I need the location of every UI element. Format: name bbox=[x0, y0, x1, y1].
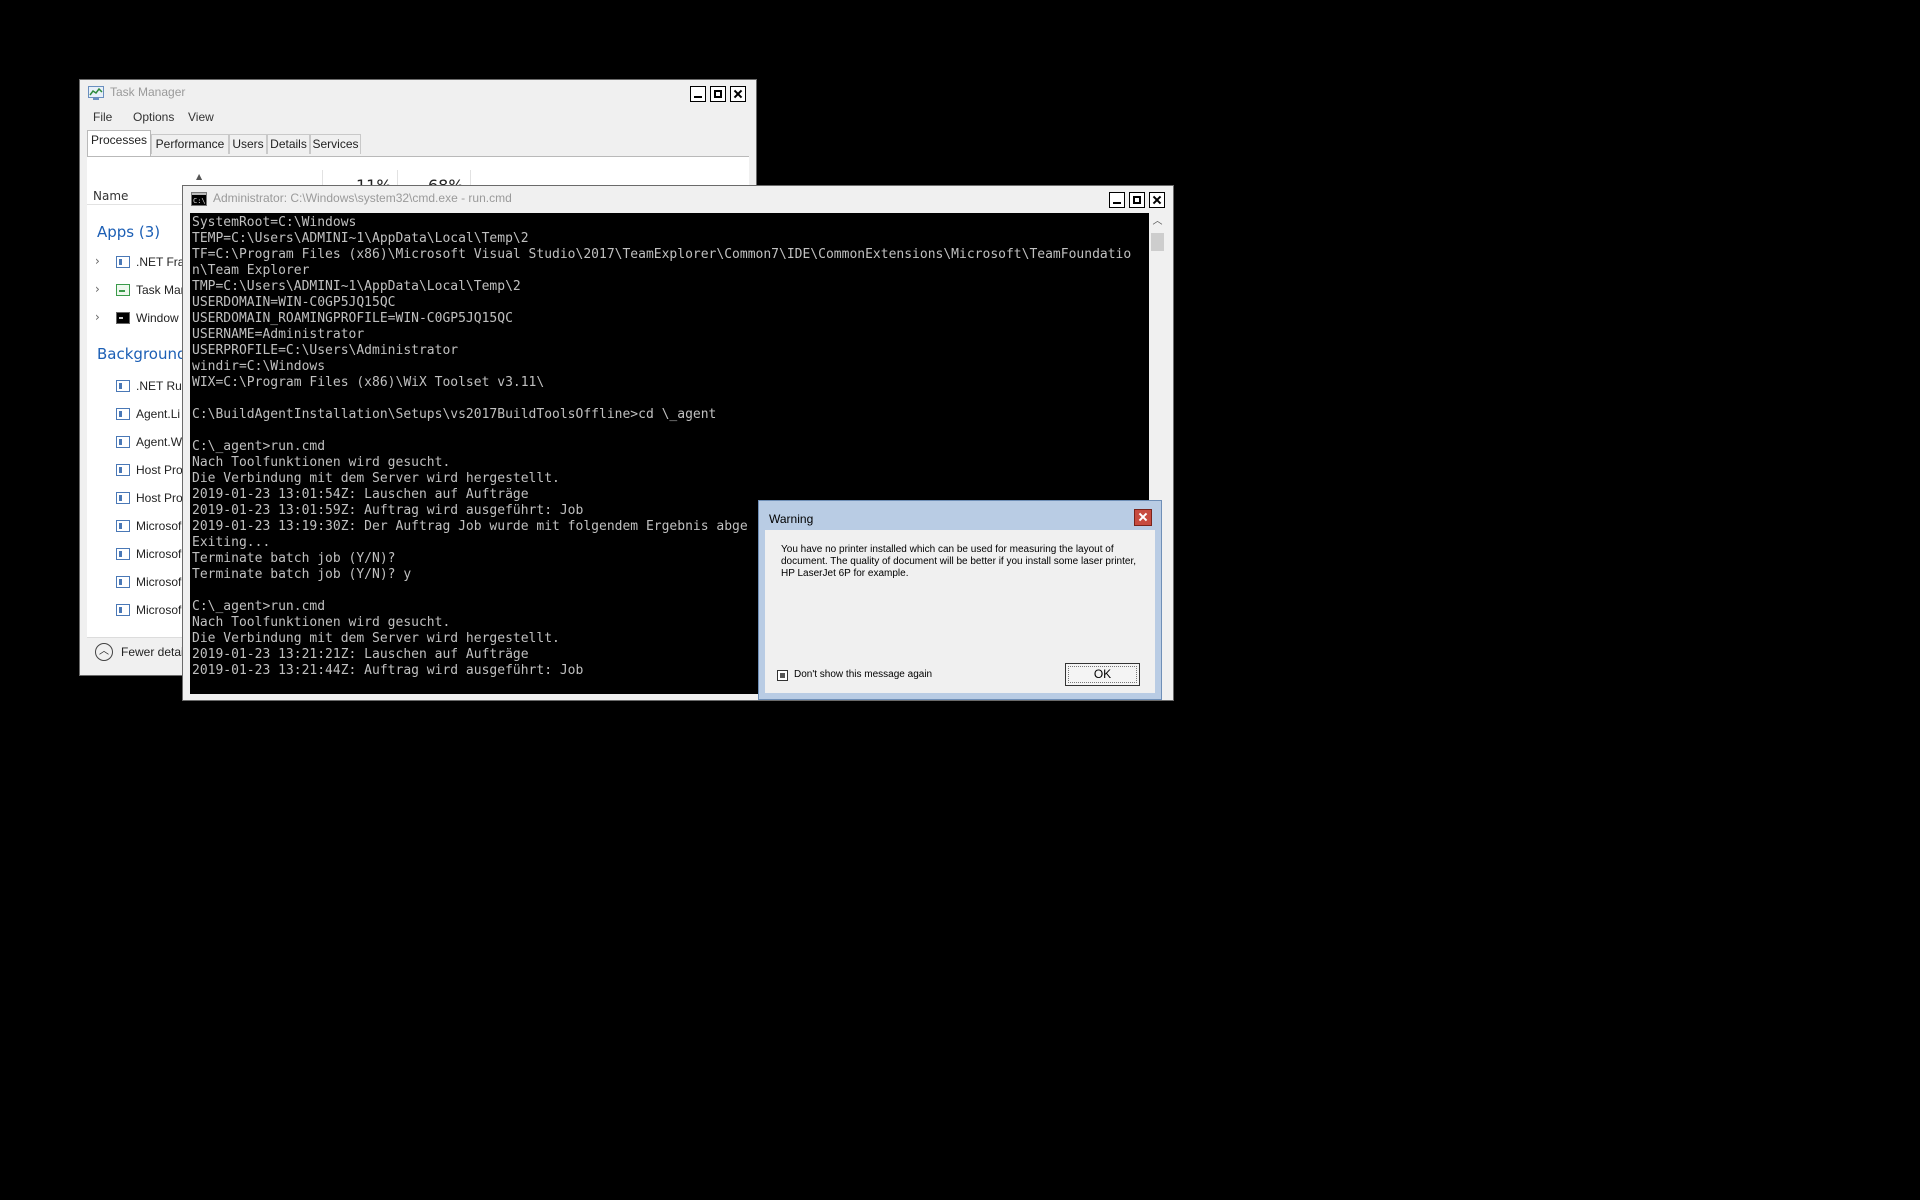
process-name: Agent.Li bbox=[136, 407, 181, 421]
cmd-titlebar[interactable]: C:\ Administrator: C:\Windows\system32\c… bbox=[183, 186, 1173, 212]
process-name: Window bbox=[136, 311, 179, 325]
console-line: USERDOMAIN=WIN-C0GP5JQ15QC bbox=[192, 295, 396, 310]
chevron-up-icon[interactable]: ︿ bbox=[95, 643, 113, 661]
warning-dialog[interactable]: Warning You have no printer installed wh… bbox=[758, 500, 1162, 700]
close-button[interactable] bbox=[730, 86, 746, 102]
expand-chevron-icon[interactable]: › bbox=[95, 310, 100, 324]
process-name: .NET Run bbox=[136, 379, 189, 393]
tab-performance[interactable]: Performance bbox=[151, 134, 229, 154]
service-icon bbox=[116, 548, 130, 560]
process-name: Host Pro bbox=[136, 491, 183, 505]
maximize-button[interactable] bbox=[1129, 192, 1145, 208]
service-icon bbox=[116, 492, 130, 504]
console-line: Nach Toolfunktionen wird gesucht. bbox=[192, 455, 451, 470]
sort-arrow-icon[interactable]: ▲ bbox=[196, 172, 202, 181]
tab-details[interactable]: Details bbox=[267, 134, 310, 154]
warning-body: You have no printer installed which can … bbox=[765, 530, 1155, 693]
task-manager-titlebar[interactable]: Task Manager bbox=[80, 80, 756, 106]
service-icon bbox=[116, 380, 130, 392]
console-line: TMP=C:\Users\ADMINI~1\AppData\Local\Temp… bbox=[192, 279, 521, 294]
svg-text:C:\: C:\ bbox=[193, 197, 206, 205]
dont-show-label[interactable]: Don't show this message again bbox=[794, 669, 932, 680]
task-manager-icon bbox=[88, 86, 104, 100]
process-name: Agent.W bbox=[136, 435, 183, 449]
console-line: TF=C:\Program Files (x86)\Microsoft Visu… bbox=[192, 247, 1132, 262]
console-icon bbox=[116, 312, 130, 324]
apps-group-header: Apps (3) bbox=[97, 223, 161, 241]
close-button[interactable] bbox=[1149, 192, 1165, 208]
console-line: SystemRoot=C:\Windows bbox=[192, 215, 357, 230]
column-name-header[interactable]: Name bbox=[93, 189, 128, 203]
background-group-header: Background bbox=[97, 345, 187, 363]
minimize-button[interactable] bbox=[1109, 192, 1125, 208]
expand-chevron-icon[interactable]: › bbox=[95, 254, 100, 268]
dialog-close-button[interactable] bbox=[1134, 509, 1152, 526]
tab-strip: Processes Performance Users Details Serv… bbox=[87, 128, 749, 157]
console-line: windir=C:\Windows bbox=[192, 359, 326, 374]
tab-services[interactable]: Services bbox=[310, 134, 361, 154]
scroll-up-icon[interactable]: ︿ bbox=[1149, 213, 1166, 230]
process-name: Microsof bbox=[136, 519, 182, 533]
warning-title: Warning bbox=[769, 512, 814, 526]
console-line: USERDOMAIN_ROAMINGPROFILE=WIN-C0GP5JQ15Q… bbox=[192, 311, 513, 326]
process-name: Microsof bbox=[136, 547, 182, 561]
process-name: Host Pro bbox=[136, 463, 183, 477]
service-icon bbox=[116, 576, 130, 588]
process-name: Microsof bbox=[136, 603, 182, 617]
ok-button[interactable]: OK bbox=[1065, 663, 1140, 686]
cmd-title: Administrator: C:\Windows\system32\cmd.e… bbox=[213, 191, 512, 205]
tab-users[interactable]: Users bbox=[229, 134, 267, 154]
task-manager-title: Task Manager bbox=[110, 85, 186, 99]
process-name: Microsof bbox=[136, 575, 182, 589]
console-line: C:\_agent>run.cmd bbox=[192, 439, 326, 454]
console-line: n\Team Explorer bbox=[192, 263, 310, 278]
maximize-button[interactable] bbox=[710, 86, 726, 102]
menu-file[interactable]: File bbox=[93, 110, 112, 124]
menu-view[interactable]: View bbox=[188, 110, 214, 124]
process-name: Task Man bbox=[136, 283, 188, 297]
expand-chevron-icon[interactable]: › bbox=[95, 282, 100, 296]
console-line: USERNAME=Administrator bbox=[192, 327, 365, 342]
warning-message: You have no printer installed which can … bbox=[781, 544, 1136, 579]
service-icon bbox=[116, 436, 130, 448]
app-window-icon bbox=[116, 256, 130, 268]
scroll-thumb[interactable] bbox=[1151, 233, 1164, 251]
console-line: WIX=C:\Program Files (x86)\WiX Toolset v… bbox=[192, 375, 545, 390]
minimize-button[interactable] bbox=[690, 86, 706, 102]
tab-processes[interactable]: Processes bbox=[87, 130, 151, 156]
menu-options[interactable]: Options bbox=[133, 110, 174, 124]
console-line: C:\BuildAgentInstallation\Setups\vs2017B… bbox=[192, 407, 717, 422]
task-manager-icon bbox=[116, 284, 130, 296]
service-icon bbox=[116, 408, 130, 420]
service-icon bbox=[116, 464, 130, 476]
dont-show-checkbox[interactable] bbox=[777, 670, 788, 681]
service-icon bbox=[116, 604, 130, 616]
console-line: Die Verbindung mit dem Server wird herge… bbox=[192, 471, 560, 486]
console-icon: C:\ bbox=[191, 192, 207, 206]
process-name: .NET Fra bbox=[136, 255, 185, 269]
menu-bar: File Options View bbox=[87, 106, 749, 128]
console-line: USERPROFILE=C:\Users\Administrator bbox=[192, 343, 459, 358]
console-line: TEMP=C:\Users\ADMINI~1\AppData\Local\Tem… bbox=[192, 231, 529, 246]
service-icon bbox=[116, 520, 130, 532]
